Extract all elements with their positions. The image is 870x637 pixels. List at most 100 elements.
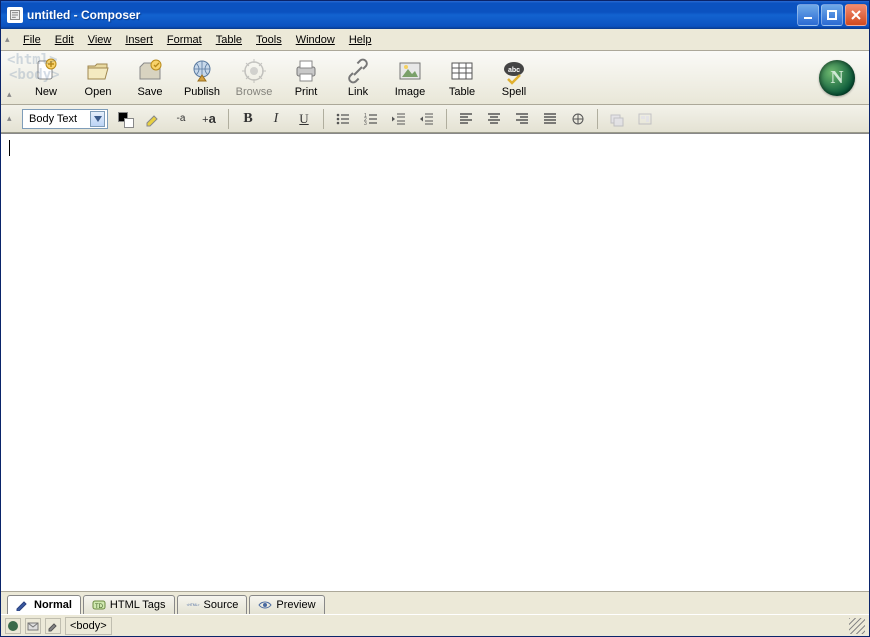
svg-text:TD: TD bbox=[95, 604, 104, 610]
bold-icon: B bbox=[243, 111, 252, 127]
menu-format[interactable]: Format bbox=[160, 32, 209, 48]
format-toolbar: ▴ Body Text -a +a B I U 123 bbox=[1, 105, 869, 133]
save-button[interactable]: Save bbox=[124, 53, 176, 103]
resize-grip-icon[interactable] bbox=[849, 618, 865, 634]
decrease-font-button[interactable]: -a bbox=[170, 108, 192, 130]
template-icon bbox=[637, 111, 653, 127]
text-color-button[interactable] bbox=[114, 108, 136, 130]
new-document-icon bbox=[32, 57, 60, 85]
status-composer-icon[interactable] bbox=[45, 618, 61, 634]
menu-view[interactable]: View bbox=[81, 32, 119, 48]
separator bbox=[228, 109, 229, 129]
menu-file[interactable]: File bbox=[16, 32, 48, 48]
close-button[interactable] bbox=[845, 4, 867, 26]
editor-canvas[interactable] bbox=[1, 133, 869, 591]
window-title: untitled - Composer bbox=[27, 8, 140, 22]
svg-text:abc: abc bbox=[508, 67, 520, 74]
numbered-list-icon: 123 bbox=[363, 111, 379, 127]
indent-icon bbox=[419, 111, 435, 127]
tag-icon: TD bbox=[92, 599, 106, 611]
increase-font-button[interactable]: +a bbox=[198, 108, 220, 130]
composer-window: untitled - Composer ▴ File Edit View Ins… bbox=[0, 0, 870, 637]
italic-icon: I bbox=[274, 111, 279, 127]
link-button[interactable]: Link bbox=[332, 53, 384, 103]
open-button[interactable]: Open bbox=[72, 53, 124, 103]
tab-normal[interactable]: Normal bbox=[7, 595, 81, 615]
align-left-button[interactable] bbox=[455, 108, 477, 130]
print-button[interactable]: Print bbox=[280, 53, 332, 103]
minimize-button[interactable] bbox=[797, 4, 819, 26]
numbered-list-button[interactable]: 123 bbox=[360, 108, 382, 130]
text-direction-button[interactable] bbox=[567, 108, 589, 130]
separator bbox=[323, 109, 324, 129]
menu-tools[interactable]: Tools bbox=[249, 32, 289, 48]
table-icon bbox=[448, 57, 476, 85]
folder-open-icon bbox=[84, 57, 112, 85]
menubar-grip-icon[interactable]: ▴ bbox=[5, 34, 14, 45]
image-icon bbox=[396, 57, 424, 85]
browse-icon bbox=[240, 57, 268, 85]
smaller-text-icon: -a bbox=[177, 113, 186, 124]
print-icon bbox=[292, 57, 320, 85]
publish-icon bbox=[188, 57, 216, 85]
menu-edit[interactable]: Edit bbox=[48, 32, 81, 48]
separator bbox=[597, 109, 598, 129]
bullet-list-icon bbox=[335, 111, 351, 127]
menu-insert[interactable]: Insert bbox=[118, 32, 160, 48]
align-right-button[interactable] bbox=[511, 108, 533, 130]
bold-button[interactable]: B bbox=[237, 108, 259, 130]
highlighter-icon bbox=[145, 111, 161, 127]
bulleted-list-button[interactable] bbox=[332, 108, 354, 130]
align-justify-button[interactable] bbox=[539, 108, 561, 130]
spell-button[interactable]: abc Spell bbox=[488, 53, 540, 103]
svg-text:3: 3 bbox=[364, 121, 367, 127]
insert-template-button[interactable] bbox=[634, 108, 656, 130]
outdent-button[interactable] bbox=[388, 108, 410, 130]
pencil-icon bbox=[16, 599, 30, 611]
menu-window[interactable]: Window bbox=[289, 32, 342, 48]
table-button[interactable]: Table bbox=[436, 53, 488, 103]
status-path[interactable]: <body> bbox=[65, 617, 112, 635]
align-center-button[interactable] bbox=[483, 108, 505, 130]
browse-button: Browse bbox=[228, 53, 280, 103]
text-cursor bbox=[9, 140, 10, 156]
spell-check-icon: abc bbox=[500, 57, 528, 85]
svg-text:<HTML>: <HTML> bbox=[186, 603, 199, 607]
new-button[interactable]: New bbox=[20, 53, 72, 103]
underline-button[interactable]: U bbox=[293, 108, 315, 130]
italic-button[interactable]: I bbox=[265, 108, 287, 130]
toolbar-grip-icon[interactable]: ▴ bbox=[7, 89, 16, 100]
status-mail-icon[interactable] bbox=[25, 618, 41, 634]
source-tag-icon: <HTML> bbox=[186, 599, 200, 611]
separator bbox=[446, 109, 447, 129]
insert-layer-button[interactable] bbox=[606, 108, 628, 130]
highlight-button[interactable] bbox=[142, 108, 164, 130]
save-icon bbox=[136, 57, 164, 85]
maximize-button[interactable] bbox=[821, 4, 843, 26]
larger-text-icon: +a bbox=[202, 111, 216, 126]
align-left-icon bbox=[458, 111, 474, 127]
tab-html-tags[interactable]: TD HTML Tags bbox=[83, 595, 175, 615]
status-bar: <body> bbox=[1, 614, 869, 636]
format-toolbar-grip-icon[interactable]: ▴ bbox=[7, 113, 16, 124]
chevron-down-icon bbox=[90, 111, 105, 127]
color-swatch-icon bbox=[118, 112, 132, 126]
main-toolbar: <html> <body> ▴ New Open Save Pub bbox=[1, 51, 869, 105]
tab-preview[interactable]: Preview bbox=[249, 595, 324, 615]
align-center-icon bbox=[486, 111, 502, 127]
netscape-throbber-icon[interactable]: N bbox=[819, 60, 855, 96]
publish-button[interactable]: Publish bbox=[176, 53, 228, 103]
indent-button[interactable] bbox=[416, 108, 438, 130]
menu-table[interactable]: Table bbox=[209, 32, 249, 48]
tab-source[interactable]: <HTML> Source bbox=[177, 595, 248, 615]
view-mode-tabs: Normal TD HTML Tags <HTML> Source Previe… bbox=[1, 591, 869, 614]
image-button[interactable]: Image bbox=[384, 53, 436, 103]
outdent-icon bbox=[391, 111, 407, 127]
menu-help[interactable]: Help bbox=[342, 32, 379, 48]
paragraph-style-combo[interactable]: Body Text bbox=[22, 109, 108, 129]
status-navigator-icon[interactable] bbox=[5, 618, 21, 634]
align-justify-icon bbox=[542, 111, 558, 127]
underline-icon: U bbox=[299, 111, 308, 127]
title-bar[interactable]: untitled - Composer bbox=[1, 1, 869, 29]
link-icon bbox=[344, 57, 372, 85]
